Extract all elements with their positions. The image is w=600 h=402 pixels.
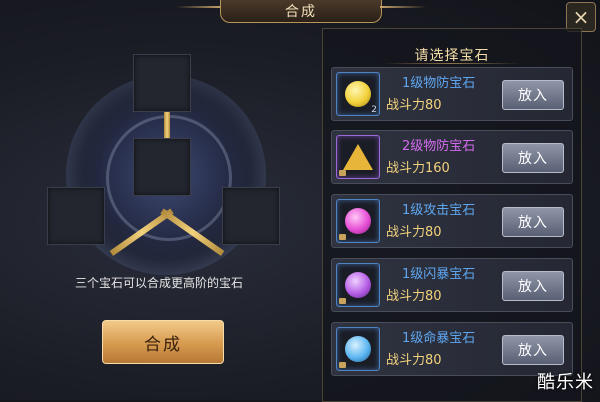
put-in-button[interactable]: 放入	[502, 335, 564, 365]
gem-name: 1级命暴宝石	[402, 331, 476, 346]
blue-gem-icon	[345, 336, 371, 362]
gem-row-4: 1级闪暴宝石 战斗力80 放入	[331, 258, 573, 312]
put-in-button[interactable]: 放入	[502, 271, 564, 301]
gem-name: 1级闪暴宝石	[402, 267, 476, 282]
put-in-label: 放入	[518, 215, 548, 231]
synthesis-area: 三个宝石可以合成更高阶的宝石 合成	[0, 20, 318, 400]
window-title: 合成	[285, 4, 317, 20]
gem-name: 2级物防宝石	[402, 139, 476, 154]
synthesis-hint: 三个宝石可以合成更高阶的宝石	[74, 276, 243, 290]
pink-gem-icon	[345, 208, 371, 234]
synthesis-window: 合成 × 三个宝石可以合成更高阶的宝石 合成 请选择宝石 2 1级物防宝石 战斗…	[0, 0, 600, 402]
lock-icon	[339, 298, 346, 304]
lock-icon	[339, 234, 346, 240]
violet-gem-icon	[345, 272, 371, 298]
gem-slot-center[interactable]	[133, 138, 191, 196]
put-in-button[interactable]: 放入	[502, 207, 564, 237]
put-in-button[interactable]: 放入	[502, 143, 564, 173]
put-in-label: 放入	[518, 88, 548, 104]
gem-row-3: 1级攻击宝石 战斗力80 放入	[331, 194, 573, 248]
gem-slot-icon[interactable]	[336, 199, 380, 243]
close-icon: ×	[572, 5, 590, 29]
lock-icon	[339, 362, 346, 368]
gem-slot-icon[interactable]	[336, 135, 380, 179]
gem-power: 战斗力160	[386, 161, 450, 176]
lock-icon	[339, 170, 346, 176]
gem-row-1: 2 1级物防宝石 战斗力80 放入	[331, 67, 573, 121]
gem-power: 战斗力80	[386, 289, 442, 304]
watermark: 酷乐米	[537, 372, 594, 393]
title-ornament-right	[380, 6, 426, 8]
put-in-label: 放入	[518, 151, 548, 167]
gem-power: 战斗力80	[386, 225, 442, 240]
gem-slot-icon[interactable]	[336, 263, 380, 307]
heading-divider	[383, 63, 521, 64]
gem-slot-right[interactable]	[222, 187, 280, 245]
gem-list-title: 请选择宝石	[414, 48, 490, 64]
put-in-label: 放入	[518, 343, 548, 359]
gem-selection-panel: 请选择宝石 2 1级物防宝石 战斗力80 放入 2级物防宝石 战斗力160 放入	[322, 28, 582, 402]
pyramid-gem-icon	[343, 144, 373, 170]
gem-power: 战斗力80	[386, 353, 442, 368]
gem-slot-left[interactable]	[47, 187, 105, 245]
title-ornament-left	[176, 6, 222, 8]
gem-count: 2	[371, 105, 377, 115]
gem-power: 战斗力80	[386, 98, 442, 113]
result-slot[interactable]	[133, 54, 191, 112]
combine-button-label: 合成	[144, 334, 182, 355]
gem-name: 1级物防宝石	[402, 76, 476, 91]
put-in-label: 放入	[518, 279, 548, 295]
gem-slot-icon[interactable]: 2	[336, 72, 380, 116]
put-in-button[interactable]: 放入	[502, 80, 564, 110]
gem-slot-icon[interactable]	[336, 327, 380, 371]
gem-name: 1级攻击宝石	[402, 203, 476, 218]
combine-button[interactable]: 合成	[102, 320, 224, 364]
yellow-gem-icon	[345, 81, 371, 107]
gem-row-2: 2级物防宝石 战斗力160 放入	[331, 130, 573, 184]
gem-list-heading: 请选择宝石	[323, 45, 581, 65]
